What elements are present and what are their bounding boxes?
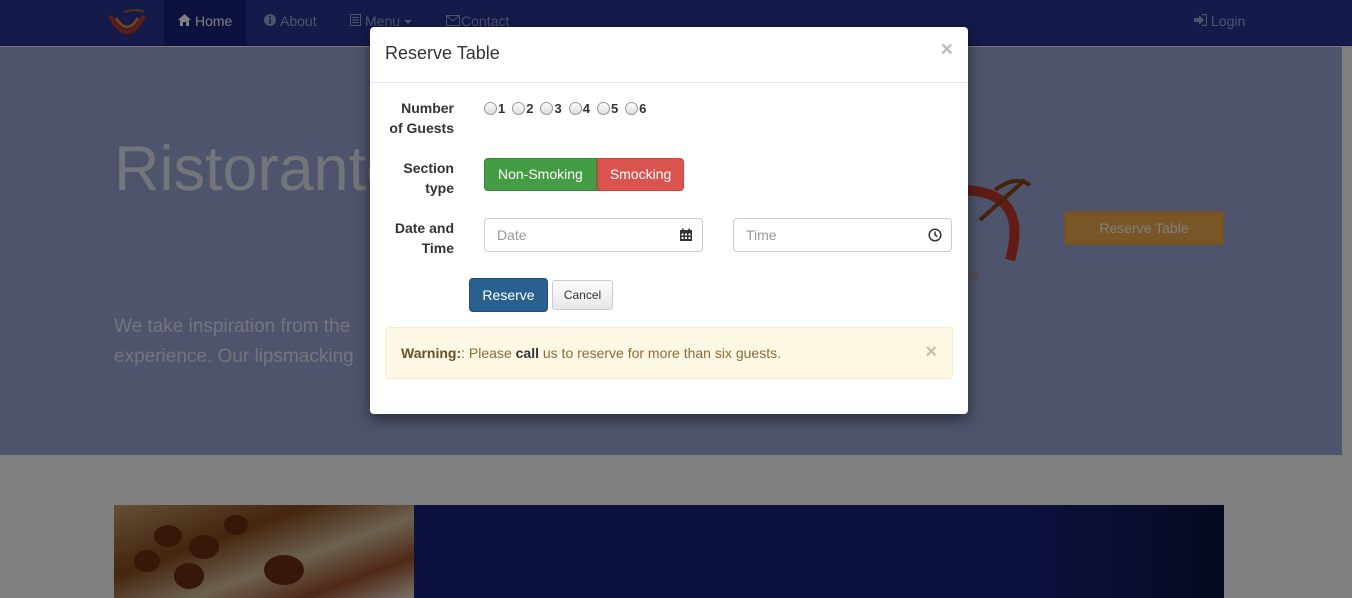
clock-icon[interactable] [928, 228, 942, 242]
modal-header: Reserve Table × [370, 27, 968, 83]
time-placeholder: Time [746, 227, 777, 243]
calendar-icon[interactable] [679, 228, 693, 242]
guests-label-line-1: Number [401, 100, 454, 116]
radio-button[interactable] [484, 102, 497, 115]
guests-radio-group: 1 2 3 4 5 6 [484, 101, 653, 116]
reserve-button[interactable]: Reserve [469, 278, 548, 312]
radio-button[interactable] [596, 102, 610, 115]
warning-text-after: us to reserve for more than six guests. [538, 345, 781, 361]
warning-text-before: : Please [461, 345, 516, 361]
guests-option-6[interactable]: 6 [625, 101, 646, 116]
guests-option-label: 4 [582, 101, 590, 116]
guests-option-label: 1 [498, 101, 506, 116]
guests-label: Number of Guests [370, 98, 454, 138]
section-type-label: Section type [370, 158, 454, 198]
guests-option-4[interactable]: 4 [568, 101, 590, 116]
radio-button[interactable] [568, 102, 582, 115]
section-type-toggle: Non-Smoking Smocking [484, 158, 685, 191]
warning-prefix: Warning: [401, 345, 462, 361]
non-smoking-button[interactable]: Non-Smoking [484, 158, 597, 191]
section-type-label-line-2: type [425, 180, 454, 196]
guests-label-line-2: of Guests [389, 120, 454, 136]
time-input[interactable]: Time [733, 218, 952, 252]
warning-alert: Warning:: Please call us to reserve for … [385, 327, 953, 379]
guests-option-1[interactable]: 1 [484, 101, 505, 116]
guests-option-label: 6 [639, 101, 647, 116]
cancel-button[interactable]: Cancel [552, 280, 613, 310]
radio-button[interactable] [540, 102, 554, 115]
radio-button[interactable] [512, 102, 526, 115]
guests-option-3[interactable]: 3 [540, 101, 562, 116]
alert-close-icon[interactable]: × [925, 342, 937, 362]
warning-emphasis: call [515, 345, 539, 361]
date-time-label-line-1: Date and [394, 220, 454, 236]
date-input[interactable]: Date [484, 218, 703, 252]
guests-option-label: 3 [554, 101, 562, 116]
date-time-label-line-2: Time [421, 240, 454, 256]
warning-text: Warning:: Please call us to reserve for … [401, 345, 781, 361]
modal-title: Reserve Table [385, 43, 500, 63]
smoking-button[interactable]: Smocking [596, 158, 685, 191]
guests-option-5[interactable]: 5 [596, 101, 619, 116]
guests-option-2[interactable]: 2 [512, 101, 533, 116]
section-type-label-line-1: Section [403, 160, 454, 176]
guests-option-label: 2 [526, 101, 534, 116]
date-time-label: Date and Time [370, 218, 454, 258]
date-placeholder: Date [497, 227, 527, 243]
radio-button[interactable] [625, 102, 639, 115]
guests-option-label: 5 [610, 101, 619, 116]
reserve-table-modal: Reserve Table × Number of Guests 1 2 3 4… [370, 27, 968, 414]
close-icon[interactable]: × [941, 39, 953, 60]
